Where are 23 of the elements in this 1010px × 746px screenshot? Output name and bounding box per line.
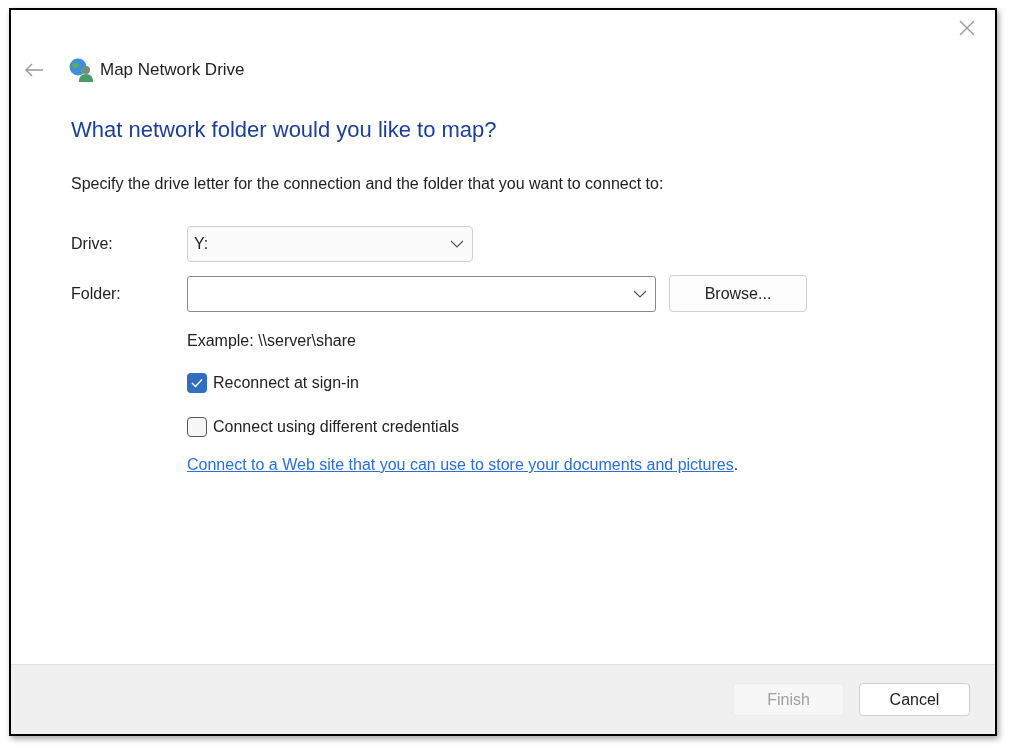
check-icon bbox=[191, 378, 203, 388]
close-icon[interactable] bbox=[959, 20, 975, 36]
back-arrow-icon[interactable] bbox=[24, 63, 44, 77]
web-site-link[interactable]: Connect to a Web site that you can use to store your documents and pictures bbox=[187, 456, 734, 473]
browse-button[interactable]: Browse... bbox=[669, 275, 807, 312]
checkbox-label[interactable]: Reconnect at sign-in bbox=[213, 371, 359, 395]
dialog-heading: What network folder would you like to map? bbox=[71, 116, 498, 144]
network-globe-icon bbox=[68, 57, 94, 83]
field-label: Folder: bbox=[71, 283, 122, 304]
drive-dropdown[interactable]: Y: bbox=[187, 226, 473, 262]
checkbox[interactable] bbox=[187, 373, 207, 393]
instruction-text: Specify the drive letter for the connection and the folder that you want to connect to: bbox=[71, 174, 665, 194]
drive-value: Y: bbox=[194, 234, 209, 254]
chevron-down-icon bbox=[450, 240, 464, 248]
folder-combobox[interactable] bbox=[187, 275, 656, 312]
checkbox-label[interactable]: Connect using different credentials bbox=[213, 415, 460, 439]
cancel-button[interactable]: Cancel bbox=[859, 683, 970, 716]
chevron-down-icon bbox=[633, 289, 647, 298]
window-title: Map Network Drive bbox=[100, 59, 245, 82]
checkbox[interactable] bbox=[187, 417, 207, 437]
field-label: Drive: bbox=[71, 234, 114, 254]
period-text: . bbox=[733, 456, 739, 473]
example-text: Example: \\server\share bbox=[187, 331, 357, 351]
